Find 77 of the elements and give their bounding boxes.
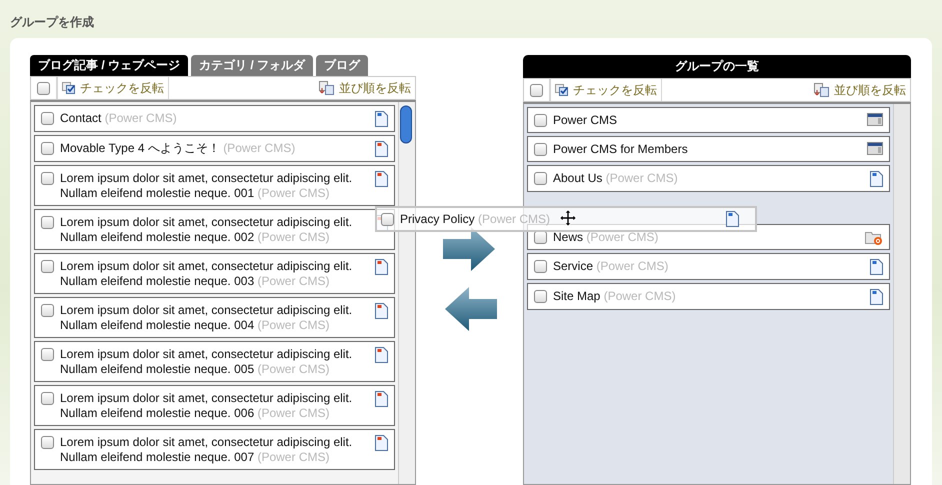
- item-label: Movable Type 4 へようこそ！ (Power CMS): [60, 141, 296, 156]
- sort-icon: [319, 81, 335, 95]
- document-icon: [375, 303, 388, 319]
- folder-icon: [865, 230, 883, 245]
- item-label: Site Map (Power CMS): [553, 289, 677, 304]
- document-icon: [870, 289, 883, 305]
- document-icon: [375, 347, 388, 363]
- list-item[interactable]: Lorem ipsum dolor sit amet, consectetur adipiscing elit. Nullam eleifend molestie neque. 005 (Power CMS): [34, 341, 395, 382]
- checkbox[interactable]: [41, 348, 54, 361]
- list-item[interactable]: Power CMS: [527, 107, 890, 133]
- checkbox-icon: [555, 84, 569, 96]
- item-label: About Us (Power CMS): [553, 171, 679, 186]
- document-icon: [726, 211, 739, 227]
- item-label: Lorem ipsum dolor sit amet, consectetur adipiscing elit. Nullam eleifend molestie neque. 006 (Power CMS): [60, 391, 354, 421]
- reverse-order-button[interactable]: 並び順を反転: [315, 77, 415, 99]
- document-icon: [375, 259, 388, 275]
- select-all-checkbox[interactable]: [37, 82, 50, 95]
- document-icon: [870, 171, 883, 187]
- item-label: Lorem ipsum dolor sit amet, consectetur adipiscing elit. Nullam eleifend molestie neque. 005 (Power CMS): [60, 347, 354, 377]
- checkbox[interactable]: [534, 114, 547, 127]
- tab[interactable]: カテゴリ / フォルダ: [191, 55, 314, 76]
- document-icon: [375, 171, 388, 187]
- item-label: Power CMS for Members: [553, 142, 689, 157]
- checkbox[interactable]: [534, 231, 547, 244]
- checkbox[interactable]: [41, 142, 54, 155]
- sort-icon: [814, 83, 830, 97]
- list-item[interactable]: Service (Power CMS): [527, 253, 890, 280]
- move-cursor-icon: [560, 210, 576, 226]
- item-label: Lorem ipsum dolor sit amet, consectetur adipiscing elit. Nullam eleifend molestie neque. 004 (Power CMS): [60, 303, 354, 333]
- list-item[interactable]: Contact (Power CMS): [34, 105, 395, 132]
- select-all-checkbox[interactable]: [530, 84, 543, 97]
- item-label: Lorem ipsum dolor sit amet, consectetur adipiscing elit. Nullam eleifend molestie neque. 001 (Power CMS): [60, 171, 354, 201]
- checkbox[interactable]: [41, 172, 54, 185]
- list-item[interactable]: About Us (Power CMS): [527, 165, 890, 192]
- scrollbar[interactable]: [893, 104, 910, 484]
- list-item[interactable]: Power CMS for Members: [527, 136, 890, 162]
- checkbox[interactable]: [41, 112, 54, 125]
- document-icon: [375, 391, 388, 407]
- item-label: Privacy Policy (Power CMS): [400, 212, 550, 226]
- document-icon: [375, 435, 388, 451]
- scrollbar-thumb[interactable]: [399, 105, 413, 145]
- list-item[interactable]: Lorem ipsum dolor sit amet, consectetur adipiscing elit. Nullam eleifend molestie neque. 006 (Power CMS): [34, 385, 395, 426]
- page-title: グループを作成: [10, 14, 95, 30]
- tab[interactable]: ブログ: [316, 55, 368, 76]
- list-item[interactable]: Lorem ipsum dolor sit amet, consectetur adipiscing elit. Nullam eleifend molestie neque. 007 (Power CMS): [34, 429, 395, 470]
- checkbox[interactable]: [534, 260, 547, 273]
- checkbox[interactable]: [41, 392, 54, 405]
- document-icon: [375, 111, 388, 127]
- window-icon: [867, 142, 883, 155]
- item-label: Contact (Power CMS): [60, 111, 178, 126]
- checkbox[interactable]: [534, 143, 547, 156]
- item-label: Power CMS: [553, 113, 618, 128]
- checkbox[interactable]: [534, 290, 547, 303]
- reverse-order-button[interactable]: 並び順を反転: [810, 79, 910, 101]
- window-icon: [867, 113, 883, 126]
- list-item[interactable]: Lorem ipsum dolor sit amet, consectetur adipiscing elit. Nullam eleifend molestie neque. 004 (Power CMS): [34, 297, 395, 338]
- checkbox[interactable]: [41, 260, 54, 273]
- document-icon: [870, 259, 883, 275]
- checkbox-icon: [62, 82, 76, 94]
- item-label: Lorem ipsum dolor sit amet, consectetur adipiscing elit. Nullam eleifend molestie neque. 003 (Power CMS): [60, 259, 354, 289]
- list-item[interactable]: Movable Type 4 へようこそ！ (Power CMS): [34, 135, 395, 162]
- invert-check-button[interactable]: チェックを反転: [58, 77, 168, 99]
- list-item[interactable]: Lorem ipsum dolor sit amet, consectetur adipiscing elit. Nullam eleifend molestie neque. 003 (Power CMS): [34, 253, 395, 294]
- checkbox[interactable]: [41, 436, 54, 449]
- document-icon: [375, 141, 388, 157]
- list-item[interactable]: Lorem ipsum dolor sit amet, consectetur adipiscing elit. Nullam eleifend molestie neque. 001 (Power CMS): [34, 165, 395, 206]
- tab[interactable]: ブログ記事 / ウェブページ: [30, 55, 188, 76]
- item-label: Lorem ipsum dolor sit amet, consectetur adipiscing elit. Nullam eleifend molestie neque. 002 (Power CMS): [60, 215, 354, 245]
- checkbox[interactable]: [41, 216, 54, 229]
- item-label: News (Power CMS): [553, 230, 660, 245]
- item-label: Service (Power CMS): [553, 259, 670, 274]
- list-item[interactable]: Site Map (Power CMS): [527, 283, 890, 310]
- invert-check-button[interactable]: チェックを反転: [551, 79, 661, 101]
- checkbox[interactable]: [41, 304, 54, 317]
- item-label: Lorem ipsum dolor sit amet, consectetur adipiscing elit. Nullam eleifend molestie neque. 007 (Power CMS): [60, 435, 354, 465]
- panel-header: グループの一覧: [523, 55, 911, 78]
- checkbox[interactable]: [534, 172, 547, 185]
